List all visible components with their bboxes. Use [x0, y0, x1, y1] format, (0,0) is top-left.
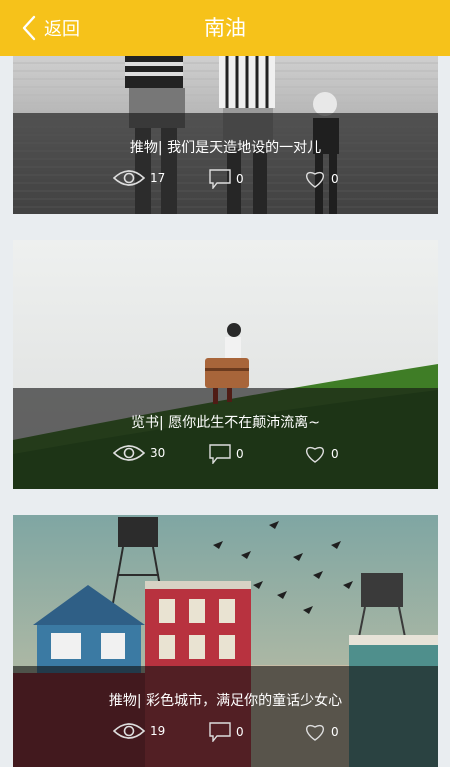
back-label: 返回 — [44, 19, 80, 40]
top-bar: 返回 南油 — [0, 0, 450, 56]
like-button[interactable]: 0 — [304, 722, 339, 742]
view-count: 30 — [113, 444, 165, 462]
card-overlay: 推物| 我们是天造地设的一对儿 17 0 0 — [13, 113, 438, 214]
heart-icon — [306, 724, 324, 741]
like-button[interactable]: 0 — [304, 444, 339, 464]
view-count-value: 17 — [150, 171, 166, 185]
eye-icon — [113, 445, 145, 461]
comment-button[interactable]: 0 — [209, 722, 244, 742]
card-overlay: 览书| 愿你此生不在颠沛流离~ 30 0 0 — [13, 388, 438, 489]
like-button[interactable]: 0 — [304, 169, 339, 189]
heart-icon — [306, 171, 324, 188]
card-caption: 览书| 愿你此生不在颠沛流离~ — [131, 415, 320, 431]
card-caption: 推物| 彩色城市，满足你的童话少女心 — [108, 693, 343, 709]
article-card[interactable]: 览书| 愿你此生不在颠沛流离~ 30 0 0 — [13, 240, 438, 489]
eye-icon — [113, 723, 145, 739]
comment-count-value: 0 — [236, 172, 244, 186]
comment-count-value: 0 — [236, 447, 244, 461]
chevron-left-icon — [22, 15, 36, 41]
comment-icon — [209, 169, 231, 189]
heart-icon — [306, 446, 324, 463]
view-count-value: 30 — [150, 446, 166, 460]
comment-count-value: 0 — [236, 725, 244, 739]
article-feed: 推物| 我们是天造地设的一对儿 17 0 0 览书| 愿你此生不在颠沛流离~ 3… — [0, 56, 450, 767]
comment-icon — [209, 722, 231, 742]
card-caption: 推物| 我们是天造地设的一对儿 — [129, 140, 322, 156]
article-card[interactable]: 推物| 彩色城市，满足你的童话少女心 19 0 0 — [13, 515, 438, 767]
view-count-value: 19 — [150, 724, 166, 738]
comment-button[interactable]: 0 — [209, 169, 244, 189]
view-count: 17 — [113, 169, 165, 187]
back-button[interactable]: 返回 — [22, 12, 80, 44]
eye-icon — [113, 170, 145, 186]
like-count-value: 0 — [331, 172, 339, 186]
comment-button[interactable]: 0 — [209, 444, 244, 464]
comment-icon — [209, 444, 231, 464]
like-count-value: 0 — [331, 725, 339, 739]
view-count: 19 — [113, 722, 165, 740]
like-count-value: 0 — [331, 447, 339, 461]
card-overlay: 推物| 彩色城市，满足你的童话少女心 19 0 0 — [13, 666, 438, 767]
article-card[interactable]: 推物| 我们是天造地设的一对儿 17 0 0 — [13, 56, 438, 214]
